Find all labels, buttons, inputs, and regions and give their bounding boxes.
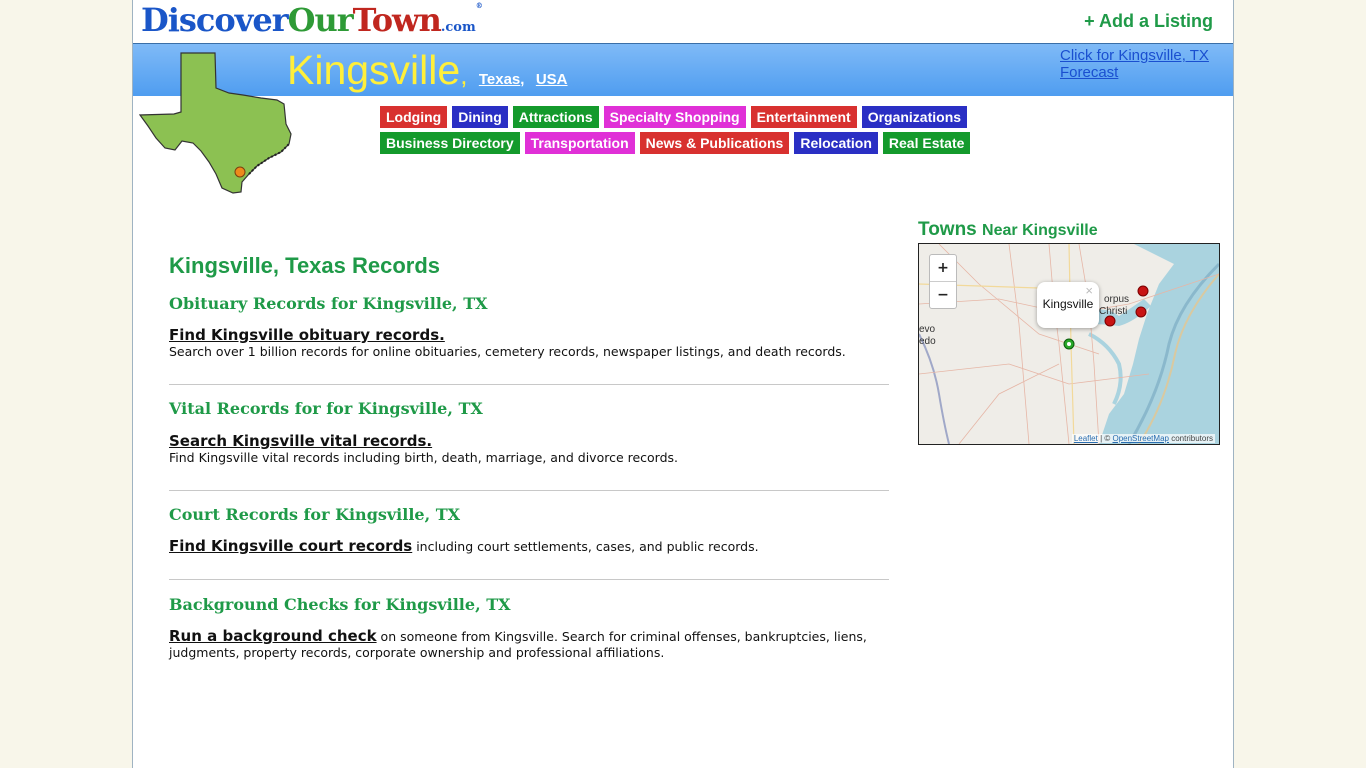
nav-attractions[interactable]: Attractions	[512, 106, 599, 128]
section-heading: Background Checks for Kingsville, TX	[169, 595, 511, 614]
nav-business-directory[interactable]: Business Directory	[380, 132, 520, 154]
page-container: DiscoverOurTown.com ® + Add a Listing Kin…	[132, 0, 1234, 768]
section-vital: Vital Records for for Kingsville, TX Sea…	[169, 399, 889, 465]
main-content: Kingsville, Texas Records	[169, 253, 889, 279]
nav-specialty-shopping[interactable]: Specialty Shopping	[603, 106, 746, 128]
section-body: Search Kingsville vital records. Find Ki…	[169, 433, 678, 466]
city-banner: Kingsville, Texas, USA Click for Kingsvi…	[133, 44, 1233, 96]
map-label-christi: Christi	[1099, 306, 1128, 317]
map-tiles	[919, 244, 1219, 444]
city-name: Kingsville	[287, 47, 461, 93]
logo-part-our: Our	[287, 1, 354, 39]
nav-transportation[interactable]: Transportation	[524, 132, 635, 154]
vital-records-link[interactable]: Search Kingsville vital records.	[169, 432, 432, 450]
section-text: Find Kingsville vital records including …	[169, 450, 679, 465]
section-heading: Court Records for Kingsville, TX	[169, 505, 461, 524]
state-link[interactable]: Texas	[479, 71, 520, 88]
forecast-image-link[interactable]: Click for Kingsville, TX Forecast	[1060, 47, 1220, 81]
logo-reg-mark: ®	[475, 1, 483, 10]
section-body: Find Kingsville court records including …	[169, 538, 759, 555]
state-comma: ,	[520, 71, 525, 88]
section-body: Run a background check on someone from K…	[169, 628, 889, 661]
leaflet-link[interactable]: Leaflet	[1074, 434, 1098, 443]
zoom-in-button[interactable]: +	[930, 255, 956, 281]
texas-map-icon	[139, 52, 292, 194]
towns-subtitle: Near Kingsville	[982, 222, 1098, 239]
background-check-link[interactable]: Run a background check	[169, 627, 377, 645]
section-heading: Vital Records for for Kingsville, TX	[169, 399, 483, 418]
towns-title: Towns	[918, 219, 977, 240]
map-label-left-1: evo	[919, 324, 936, 335]
court-records-link[interactable]: Find Kingsville court records	[169, 537, 412, 555]
nav-dining[interactable]: Dining	[452, 106, 508, 128]
city-title: Kingsville, Texas, USA	[287, 47, 568, 94]
nav-entertainment[interactable]: Entertainment	[750, 106, 857, 128]
map-zoom-control: + −	[929, 254, 957, 309]
site-logo[interactable]: DiscoverOurTown.com ®	[141, 1, 483, 39]
nav-organizations[interactable]: Organizations	[861, 106, 968, 128]
map-label-corpus: orpus	[1104, 294, 1130, 305]
add-listing-link[interactable]: + Add a Listing	[1084, 11, 1213, 32]
section-text: Search over 1 billion records for online…	[169, 344, 846, 359]
logo-part-town: Town	[352, 1, 442, 39]
location-marker	[234, 166, 246, 178]
map-popup: × Kingsville	[1037, 282, 1099, 328]
section-background: Background Checks for Kingsville, TX Run…	[169, 595, 889, 660]
towns-near-heading: Towns Near Kingsville	[918, 219, 1098, 241]
section-court: Court Records for Kingsville, TX Find Ki…	[169, 505, 889, 554]
osm-link[interactable]: OpenStreetMap	[1112, 434, 1168, 443]
attrib-separator: | ©	[1097, 434, 1113, 443]
section-divider	[169, 490, 889, 491]
popup-close-icon[interactable]: ×	[1085, 283, 1093, 298]
logo-part-discover: Discover	[141, 1, 289, 39]
city-comma: ,	[460, 60, 468, 90]
nav-relocation[interactable]: Relocation	[794, 132, 878, 154]
section-divider	[169, 579, 889, 580]
attrib-tail: contributors	[1168, 434, 1213, 443]
section-heading: Obituary Records for Kingsville, TX	[169, 294, 488, 313]
section-body: Find Kingsville obituary records. Search…	[169, 327, 846, 360]
map-attribution: Leaflet | © OpenStreetMap contributors	[1071, 434, 1215, 443]
nav-real-estate[interactable]: Real Estate	[882, 132, 971, 154]
nav-lodging[interactable]: Lodging	[380, 106, 448, 128]
towns-map[interactable]: orpus Christi evo edo + − × Kingsville L…	[918, 243, 1220, 445]
top-bar: DiscoverOurTown.com ® + Add a Listing	[133, 0, 1233, 44]
country-link[interactable]: USA	[536, 71, 568, 88]
nav-news-publications[interactable]: News & Publications	[639, 132, 790, 154]
section-text: including court settlements, cases, and …	[412, 539, 759, 554]
zoom-out-button[interactable]: −	[930, 281, 956, 308]
popup-text: Kingsville	[1042, 297, 1094, 311]
page-title: Kingsville, Texas Records	[169, 253, 441, 278]
section-divider	[169, 384, 889, 385]
map-label-left-2: edo	[919, 336, 936, 347]
obituary-records-link[interactable]: Find Kingsville obituary records.	[169, 326, 445, 344]
nav-row-2: Business Directory Transportation News &…	[380, 132, 971, 154]
nav-row-1: Lodging Dining Attractions Specialty Sho…	[380, 106, 968, 128]
section-obituary: Obituary Records for Kingsville, TX Find…	[169, 294, 889, 359]
logo-part-com: .com	[440, 20, 476, 35]
